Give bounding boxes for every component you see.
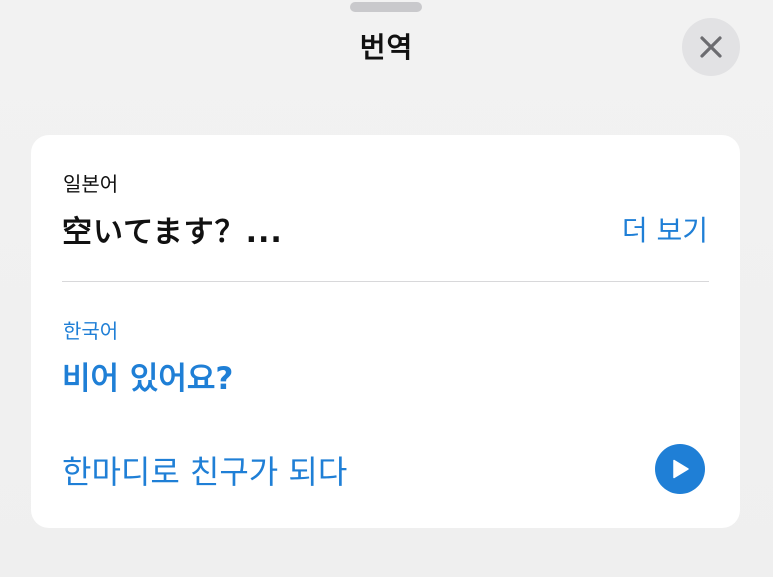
source-language-label: 일본어 <box>63 172 119 196</box>
translation-card: 일본어 空いてます？... 더 보기 한국어 비어 있어요? 한마디로 친구가 … <box>31 135 740 528</box>
sheet-title: 번역 <box>359 31 414 64</box>
translate-sheet: 번역 일본어 空いてます？... 더 보기 한국어 비어 있어요? 한마디로 친… <box>0 0 773 577</box>
show-more-link[interactable]: 더 보기 <box>622 209 708 249</box>
play-icon <box>669 458 691 480</box>
source-text: 空いてます？... <box>62 215 283 250</box>
divider <box>62 281 709 282</box>
translated-text: 비어 있어요? <box>62 361 234 397</box>
phrase-link[interactable]: 한마디로 친구가 되다 <box>62 447 347 493</box>
close-button[interactable] <box>682 18 740 76</box>
play-button[interactable] <box>655 444 705 494</box>
sheet-grabber[interactable] <box>350 2 422 12</box>
close-icon <box>699 35 723 59</box>
target-language-label: 한국어 <box>63 319 119 343</box>
